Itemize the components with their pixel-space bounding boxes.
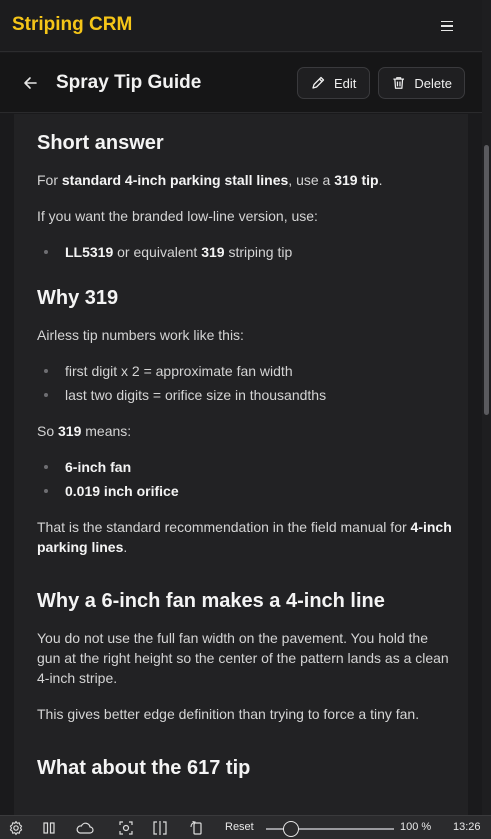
settings-gear-icon[interactable] bbox=[8, 820, 24, 836]
back-arrow-icon[interactable] bbox=[20, 73, 40, 93]
hamburger-menu-icon[interactable] bbox=[434, 14, 460, 38]
brand-title[interactable]: Striping CRM bbox=[12, 14, 132, 36]
delete-button-label: Delete bbox=[414, 75, 452, 91]
pause-icon[interactable] bbox=[41, 820, 57, 836]
scrollbar-thumb[interactable] bbox=[484, 145, 489, 415]
reset-zoom-button[interactable]: Reset bbox=[225, 821, 254, 833]
heading-short-answer: Short answer bbox=[37, 132, 164, 154]
branded-version-paragraph: If you want the branded low-line version… bbox=[37, 208, 318, 224]
list-item: last two digits = orifice size in thousa… bbox=[37, 385, 452, 405]
edit-button[interactable]: Edit bbox=[297, 67, 370, 99]
so-319-paragraph: So 319 means: bbox=[37, 423, 132, 439]
trash-icon bbox=[393, 77, 405, 89]
delete-button[interactable]: Delete bbox=[378, 67, 465, 99]
edit-button-label: Edit bbox=[334, 75, 357, 91]
pencil-icon bbox=[312, 76, 325, 89]
rotate-device-icon[interactable] bbox=[189, 820, 205, 836]
tip-numbers-paragraph: Airless tip numbers work like this: bbox=[37, 327, 244, 343]
page-header: Spray Tip Guide Edit Delete bbox=[0, 53, 482, 113]
list-item: 6-inch fan bbox=[37, 457, 452, 477]
article-body: Short answer For standard 4-inch parking… bbox=[37, 130, 452, 781]
fan-width-paragraph: You do not use the full fan width on the… bbox=[37, 630, 449, 686]
heading-why-319: Why 319 bbox=[37, 287, 119, 309]
screenshot-icon[interactable] bbox=[118, 820, 134, 836]
field-manual-paragraph: That is the standard recommendation in t… bbox=[37, 519, 452, 555]
page-title: Spray Tip Guide bbox=[56, 72, 202, 93]
app-window: Striping CRM Spray Tip Guide Edit Delete… bbox=[0, 0, 482, 815]
zoom-level: 100 % bbox=[400, 821, 432, 833]
article-panel: Short answer For standard 4-inch parking… bbox=[14, 114, 468, 815]
split-view-icon[interactable] bbox=[152, 820, 168, 836]
branded-tip-list: LL5319 or equivalent 319 striping tip bbox=[37, 242, 452, 262]
heading-617-tip: What about the 617 tip bbox=[37, 757, 251, 779]
cloud-icon[interactable] bbox=[75, 820, 95, 836]
list-item: 0.019 inch orifice bbox=[37, 481, 452, 501]
heading-why-fan: Why a 6-inch fan makes a 4-inch line bbox=[37, 590, 385, 612]
edge-definition-paragraph: This gives better edge definition than t… bbox=[37, 706, 420, 722]
top-bar: Striping CRM bbox=[0, 0, 482, 52]
taskbar: Reset 100 % 13:26 bbox=[0, 815, 491, 839]
short-answer-paragraph: For standard 4-inch parking stall lines,… bbox=[37, 172, 383, 188]
tip-digits-list: first digit x 2 = approximate fan width … bbox=[37, 361, 452, 405]
clock: 13:26 bbox=[453, 821, 481, 833]
list-item: LL5319 or equivalent 319 striping tip bbox=[37, 242, 452, 262]
tip-meaning-list: 6-inch fan 0.019 inch orifice bbox=[37, 457, 452, 501]
zoom-slider-handle[interactable] bbox=[283, 821, 300, 837]
list-item: first digit x 2 = approximate fan width bbox=[37, 361, 452, 381]
